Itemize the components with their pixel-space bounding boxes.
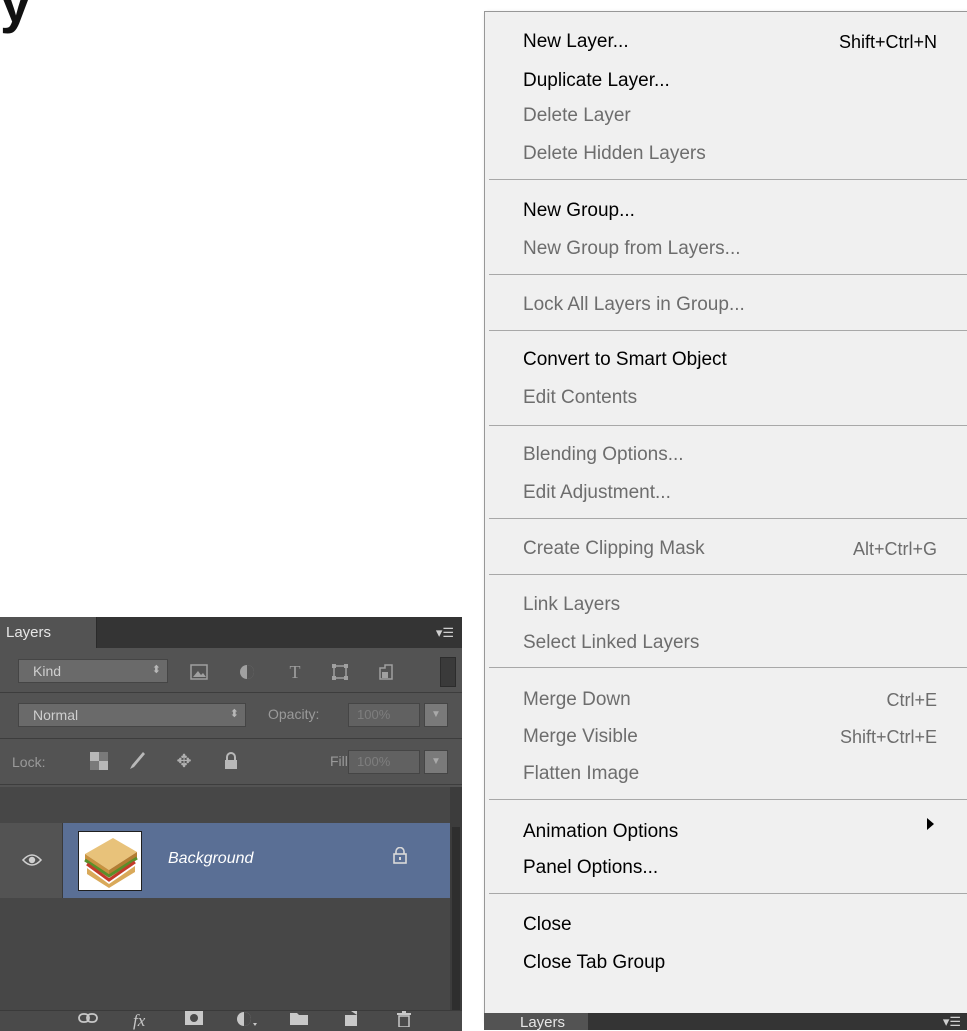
layers-tab[interactable]: Layers	[0, 617, 97, 648]
menu-item-edit-adjustment[interactable]: Edit Adjustment...	[523, 478, 671, 508]
layer-row[interactable]: Background	[0, 823, 450, 898]
lock-transparent-pixels-icon[interactable]	[88, 750, 110, 772]
menu-item-merge-down[interactable]: Merge Down	[523, 685, 631, 715]
menu-item-convert-to-smart-object[interactable]: Convert to Smart Object	[523, 345, 727, 375]
opacity-input[interactable]: 100%	[348, 703, 420, 727]
menu-item-create-clipping-mask[interactable]: Create Clipping Mask	[523, 534, 705, 564]
layer-thumbnail[interactable]	[78, 831, 142, 891]
menu-item-blending-options[interactable]: Blending Options...	[523, 440, 684, 470]
menu-separator	[489, 893, 967, 894]
menu-separator	[489, 425, 967, 426]
fill-dropdown-button[interactable]: ▼	[424, 750, 448, 774]
link-icon[interactable]	[78, 1011, 98, 1031]
menu-item-delete-layer[interactable]: Delete Layer	[523, 101, 631, 131]
blend-mode-select[interactable]: Normal ⬍	[18, 703, 246, 727]
blend-row: Normal ⬍ Opacity: 100% ▼	[0, 692, 462, 739]
shape-filter-icon[interactable]	[328, 661, 352, 683]
page-heading-fragment: y	[0, 0, 32, 34]
menu-separator	[489, 799, 967, 800]
mask-icon[interactable]	[185, 1011, 203, 1031]
menu-item-panel-options[interactable]: Panel Options...	[523, 853, 658, 883]
layers-tab-label: Layers	[6, 624, 52, 641]
fill-input[interactable]: 100%	[348, 750, 420, 774]
menu-item-edit-contents[interactable]: Edit Contents	[523, 383, 637, 413]
select-arrows-icon: ⬍	[151, 664, 161, 676]
menu-item-animation-options[interactable]: Animation Options	[523, 817, 678, 847]
filter-kind-select[interactable]: Kind ⬍	[18, 659, 168, 683]
menu-separator	[489, 518, 967, 519]
lock-all-icon[interactable]	[220, 750, 242, 772]
group-icon[interactable]	[290, 1011, 308, 1031]
menu-item-select-linked-layers[interactable]: Select Linked Layers	[523, 628, 699, 658]
smart-object-filter-icon[interactable]	[374, 661, 398, 683]
menu-item-delete-hidden-layers[interactable]: Delete Hidden Layers	[523, 139, 706, 169]
filter-toggle-switch[interactable]	[440, 657, 456, 687]
menu-item-duplicate-layer[interactable]: Duplicate Layer...	[523, 66, 670, 96]
menu-item-new-layer[interactable]: New Layer...	[523, 27, 629, 57]
shortcut-merge-visible: Shift+Ctrl+E	[839, 727, 937, 747]
shortcut-new-layer: Shift+Ctrl+N	[838, 32, 937, 52]
menu-separator	[489, 667, 967, 668]
menu-item-close-tab-group[interactable]: Close Tab Group	[523, 948, 665, 978]
panel-menu-icon-secondary[interactable]: ▾☰	[943, 1014, 961, 1030]
menu-item-close[interactable]: Close	[523, 910, 572, 940]
lock-label: Lock:	[12, 754, 46, 770]
layer-lock-icon	[393, 846, 407, 869]
menu-separator	[489, 574, 967, 575]
lock-position-icon[interactable]: ✥	[173, 750, 195, 772]
panel-menu-icon[interactable]: ▾☰	[436, 625, 454, 641]
layer-name[interactable]: Background	[168, 850, 253, 868]
menu-item-flatten-image[interactable]: Flatten Image	[523, 759, 639, 789]
layers-tab-bar-secondary: ▾☰	[588, 1013, 967, 1030]
filter-kind-label: Kind	[33, 663, 62, 679]
adjustment-filter-icon[interactable]	[235, 661, 259, 683]
fill-value: 100%	[357, 754, 391, 769]
menu-separator	[489, 274, 967, 275]
shortcut-merge-down: Ctrl+E	[886, 690, 937, 710]
filter-row: Kind ⬍ T	[0, 648, 462, 693]
layers-tab-label-secondary: Layers	[520, 1014, 566, 1031]
opacity-value: 100%	[357, 707, 391, 722]
menu-separator	[489, 179, 967, 180]
layers-footer-toolbar: fx	[0, 1010, 462, 1031]
lock-row: Lock: ✥ Fill: 100% ▼	[0, 738, 462, 785]
menu-item-new-group-from-layers[interactable]: New Group from Layers...	[523, 234, 741, 264]
submenu-arrow-icon	[927, 818, 934, 830]
opacity-dropdown-button[interactable]: ▼	[424, 703, 448, 727]
layers-tab-secondary[interactable]: Layers	[508, 1013, 588, 1031]
lock-image-pixels-icon[interactable]	[127, 750, 149, 772]
menu-item-lock-all-layers-in-group[interactable]: Lock All Layers in Group...	[523, 290, 745, 320]
type-filter-icon[interactable]: T	[283, 661, 307, 683]
layers-tab-bar: Layers ▾☰	[0, 617, 462, 648]
layer-list: Background	[0, 787, 450, 1027]
trash-icon[interactable]	[397, 1011, 411, 1031]
menu-item-merge-visible[interactable]: Merge Visible	[523, 722, 638, 752]
eye-icon	[22, 854, 42, 866]
new-layer-icon[interactable]	[343, 1011, 359, 1031]
adjustment-icon[interactable]	[236, 1011, 258, 1031]
visibility-toggle[interactable]	[0, 823, 63, 898]
blend-mode-label: Normal	[33, 707, 79, 723]
shortcut-create-clipping-mask: Alt+Ctrl+G	[852, 539, 937, 559]
fx-icon[interactable]: fx	[133, 1011, 145, 1031]
opacity-label: Opacity:	[268, 706, 320, 722]
menu-separator	[489, 330, 967, 331]
layer-list-scroll-thumb[interactable]	[452, 827, 460, 1027]
menu-item-new-group[interactable]: New Group...	[523, 196, 635, 226]
select-arrows-icon: ⬍	[229, 708, 239, 720]
layers-panel: Layers ▾☰ Kind ⬍ T Normal ⬍ Opacity: 100…	[0, 617, 462, 1031]
menu-item-link-layers[interactable]: Link Layers	[523, 590, 620, 620]
pixel-filter-icon[interactable]	[187, 661, 211, 683]
